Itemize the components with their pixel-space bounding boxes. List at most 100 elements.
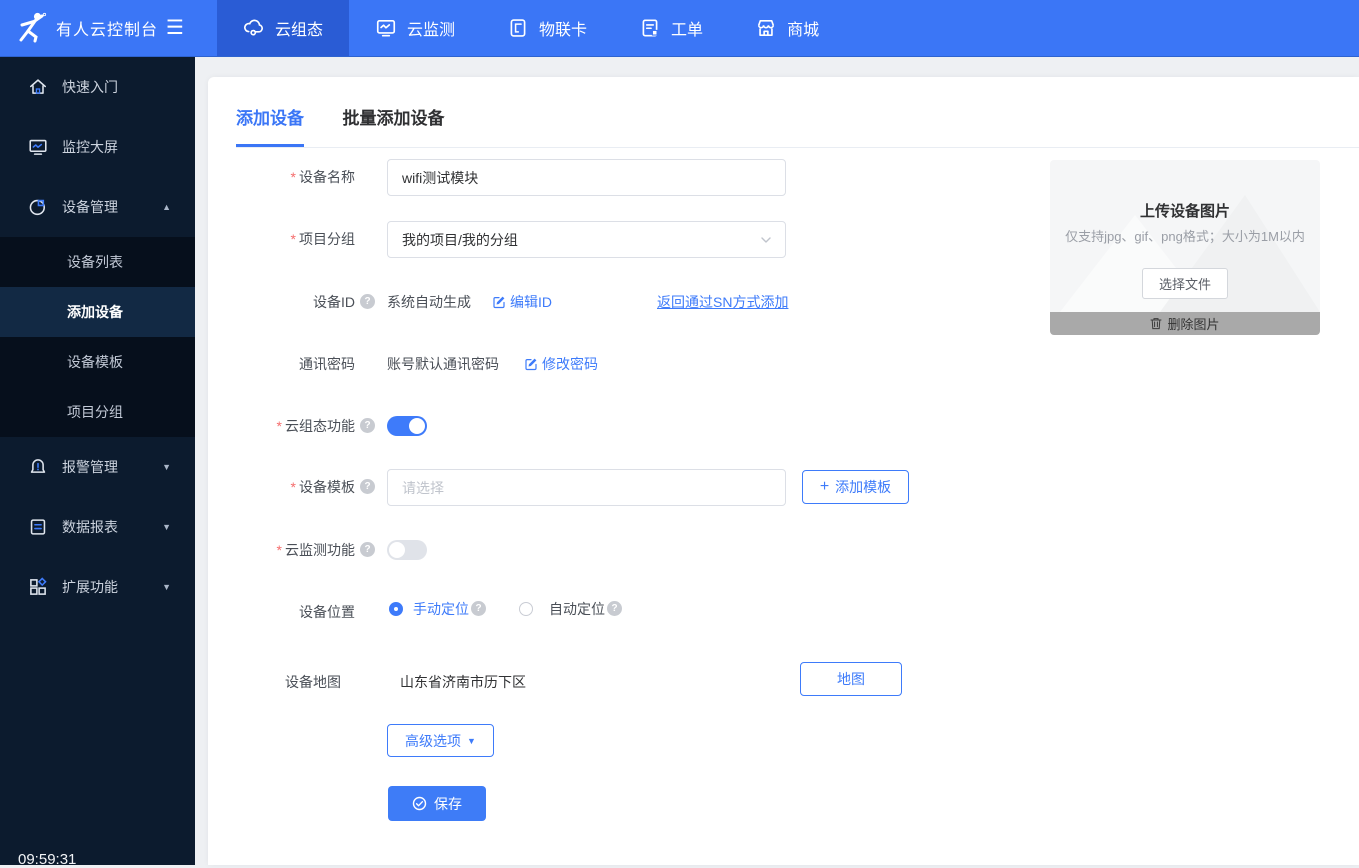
main-area: 添加设备 批量添加设备 *设备名称 *项目分组 设备ID ? 系统自动生成 (195, 57, 1359, 865)
home-icon (28, 77, 48, 97)
sidebar-item-extensions[interactable]: 扩展功能 ▼ (0, 557, 195, 617)
sidebar: 快速入门 监控大屏 设备管理 ▲ 设备列表 添加设备 设备模板 项目分组 报警管… (0, 57, 195, 865)
sidebar-item-device-management[interactable]: 设备管理 ▲ (0, 177, 195, 237)
sidebar-item-label: 报警管理 (62, 457, 118, 477)
device-id-value: 系统自动生成 (387, 292, 471, 312)
mountains-watermark (1050, 160, 1320, 335)
device-template-label: *设备模板 (208, 477, 355, 497)
device-id-label: 设备ID (208, 292, 355, 312)
top-nav-items: 云组态 云监测 物联卡 工单 (217, 0, 845, 56)
cloud-monitor-toggle[interactable] (387, 540, 427, 560)
nav-item-mall[interactable]: 商城 (729, 0, 845, 56)
help-icon[interactable]: ? (360, 542, 375, 557)
hamburger-menu-icon[interactable]: ☰ (166, 18, 184, 38)
required-mark: * (291, 231, 296, 247)
cloud-scada-icon (243, 17, 265, 39)
required-mark: * (291, 169, 296, 185)
data-report-icon (28, 517, 48, 537)
nav-item-label: 商城 (787, 16, 819, 40)
alarm-bell-icon (28, 457, 48, 477)
map-button[interactable]: 地图 (800, 662, 902, 696)
work-order-icon (639, 17, 661, 39)
content-card: 添加设备 批量添加设备 *设备名称 *项目分组 设备ID ? 系统自动生成 (208, 77, 1359, 865)
required-mark: * (277, 418, 282, 434)
auto-location-label[interactable]: 自动定位 (549, 601, 605, 617)
scada-toggle[interactable] (387, 416, 427, 436)
caret-down-icon: ▼ (162, 462, 171, 472)
app-title: 有人云控制台 (56, 16, 158, 40)
choose-file-button[interactable]: 选择文件 (1142, 268, 1228, 299)
edit-icon (524, 357, 538, 371)
caret-up-icon: ▲ (162, 202, 171, 212)
sidebar-item-alarm-management[interactable]: 报警管理 ▼ (0, 437, 195, 497)
device-name-input[interactable] (387, 159, 786, 196)
caret-down-icon: ▼ (162, 582, 171, 592)
toggle-knob (409, 418, 425, 434)
comm-password-value: 账号默认通讯密码 (387, 354, 499, 374)
trash-icon (1150, 317, 1162, 330)
help-icon[interactable]: ? (607, 601, 622, 616)
nav-item-iot-card[interactable]: 物联卡 (481, 0, 613, 56)
required-mark: * (291, 479, 296, 495)
sidebar-item-project-group[interactable]: 项目分组 (0, 387, 195, 437)
sidebar-item-label: 扩展功能 (62, 577, 118, 597)
device-template-select[interactable] (387, 469, 786, 506)
project-group-select[interactable] (387, 221, 786, 258)
help-icon[interactable]: ? (360, 479, 375, 494)
sim-card-icon (507, 17, 529, 39)
help-icon[interactable]: ? (360, 418, 375, 433)
sidebar-item-quick-start[interactable]: 快速入门 (0, 57, 195, 117)
help-icon[interactable]: ? (471, 601, 486, 616)
change-password-link[interactable]: 修改密码 (524, 354, 598, 374)
annotation-arrows (208, 77, 508, 227)
sidebar-item-device-list[interactable]: 设备列表 (0, 237, 195, 287)
caret-down-icon: ▼ (162, 522, 171, 532)
device-management-icon (28, 197, 48, 217)
storefront-icon (755, 17, 777, 39)
comm-password-label: 通讯密码 (208, 354, 355, 374)
sidebar-item-label: 数据报表 (62, 517, 118, 537)
manual-location-radio[interactable] (389, 602, 403, 616)
project-group-label: *项目分组 (208, 229, 355, 249)
help-icon[interactable]: ? (360, 294, 375, 309)
delete-image-bar[interactable]: 删除图片 (1050, 312, 1320, 335)
check-circle-icon (412, 796, 427, 811)
nav-item-label: 物联卡 (539, 16, 587, 40)
sidebar-item-label: 监控大屏 (62, 137, 118, 157)
nav-item-scada[interactable]: 云组态 (217, 0, 349, 56)
edit-id-link[interactable]: 编辑ID (492, 292, 552, 312)
nav-item-cloud-monitor[interactable]: 云监测 (349, 0, 481, 56)
device-map-address: 山东省济南市历下区 (400, 672, 526, 692)
nav-item-label: 云监测 (407, 16, 455, 40)
brand-area: 有人云控制台 ☰ (0, 0, 195, 56)
device-name-label: *设备名称 (208, 167, 355, 187)
plus-icon: + (820, 479, 829, 495)
upload-hint: 仅支持jpg、gif、png格式；大小为1M以内 (1050, 226, 1320, 245)
device-management-submenu: 设备列表 添加设备 设备模板 项目分组 (0, 237, 195, 437)
save-button[interactable]: 保存 (388, 786, 486, 821)
caret-down-icon: ▼ (467, 736, 476, 746)
top-navbar: 有人云控制台 ☰ 云组态 云监测 物联卡 (0, 0, 1359, 57)
edit-icon (492, 295, 506, 309)
nav-item-label: 云组态 (275, 16, 323, 40)
monitor-chart-icon (375, 17, 397, 39)
scada-function-label: *云组态功能 (208, 416, 355, 436)
sidebar-item-device-template[interactable]: 设备模板 (0, 337, 195, 387)
upload-title: 上传设备图片 (1050, 200, 1320, 221)
delete-image-label: 删除图片 (1167, 314, 1219, 333)
sidebar-item-data-report[interactable]: 数据报表 ▼ (0, 497, 195, 557)
big-screen-icon (28, 137, 48, 157)
return-sn-mode-link[interactable]: 返回通过SN方式添加 (657, 292, 788, 312)
auto-location-radio[interactable] (519, 602, 533, 616)
usr-logo-icon (14, 10, 50, 46)
sidebar-item-label: 设备管理 (62, 197, 118, 217)
toggle-knob (389, 542, 405, 558)
timestamp: 09:59:31 (18, 851, 76, 868)
advanced-options-button[interactable]: 高级选项 ▼ (387, 724, 494, 757)
manual-location-label[interactable]: 手动定位 (413, 601, 469, 617)
add-template-button[interactable]: + 添加模板 (802, 470, 909, 504)
nav-item-work-order[interactable]: 工单 (613, 0, 729, 56)
sidebar-item-add-device[interactable]: 添加设备 (0, 287, 195, 337)
extensions-grid-icon (28, 577, 48, 597)
sidebar-item-big-screen[interactable]: 监控大屏 (0, 117, 195, 177)
